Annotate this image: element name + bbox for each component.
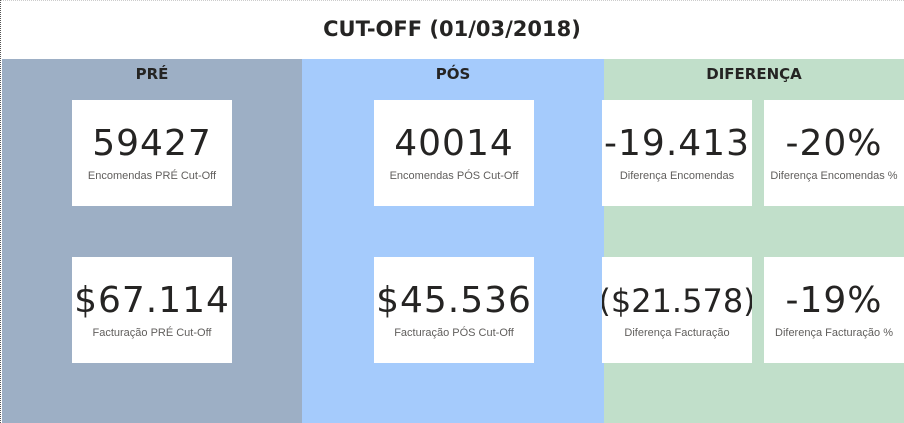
card-orders-pct-diff[interactable]: -20% Diferença Encomendas %	[764, 100, 904, 206]
card-billing-pre[interactable]: $67.114 Facturação PRÉ Cut-Off	[72, 257, 232, 363]
card-value: -19%	[785, 280, 883, 321]
card-value: $67.114	[74, 280, 230, 321]
dashboard: CUT-OFF (01/03/2018) PRÉ 59427 Encomenda…	[0, 0, 904, 423]
section-header-diferenca: DIFERENÇA	[706, 65, 802, 83]
card-value: -19.413	[604, 123, 750, 164]
card-label: Facturação PRÉ Cut-Off	[92, 327, 212, 339]
card-label: Diferença Facturação	[624, 327, 730, 339]
card-value: 40014	[394, 123, 514, 164]
section-diferenca: DIFERENÇA -19.413 Diferença Encomendas -…	[602, 59, 904, 423]
section-header-pos: PÓS	[435, 65, 471, 83]
card-value: 59427	[92, 123, 212, 164]
card-label: Diferença Encomendas %	[770, 170, 898, 182]
card-billing-pos[interactable]: $45.536 Facturação PÓS Cut-Off	[374, 257, 534, 363]
card-orders-pos[interactable]: 40014 Encomendas PÓS Cut-Off	[374, 100, 534, 206]
section-header-pre: PRÉ	[135, 65, 169, 83]
card-label: Diferença Encomendas	[619, 170, 735, 182]
section-pos: PÓS 40014 Encomendas PÓS Cut-Off $45.536…	[302, 59, 604, 423]
card-label: Encomendas PRÉ Cut-Off	[87, 170, 217, 182]
page-title: CUT-OFF (01/03/2018)	[323, 17, 581, 41]
card-label: Diferença Facturação %	[775, 327, 893, 339]
card-orders-diff[interactable]: -19.413 Diferença Encomendas	[602, 100, 752, 206]
card-value: ($21.578)	[602, 282, 752, 320]
card-label: Encomendas PÓS Cut-Off	[389, 170, 519, 182]
card-billing-pct-diff[interactable]: -19% Diferença Facturação %	[764, 257, 904, 363]
section-pre: PRÉ 59427 Encomendas PRÉ Cut-Off $67.114…	[2, 59, 302, 423]
card-billing-diff[interactable]: ($21.578) Diferença Facturação	[602, 257, 752, 363]
card-orders-pre[interactable]: 59427 Encomendas PRÉ Cut-Off	[72, 100, 232, 206]
card-value: $45.536	[376, 280, 532, 321]
card-value: -20%	[785, 123, 883, 164]
card-label: Facturação PÓS Cut-Off	[394, 327, 514, 339]
frame-border-left	[0, 0, 1, 423]
